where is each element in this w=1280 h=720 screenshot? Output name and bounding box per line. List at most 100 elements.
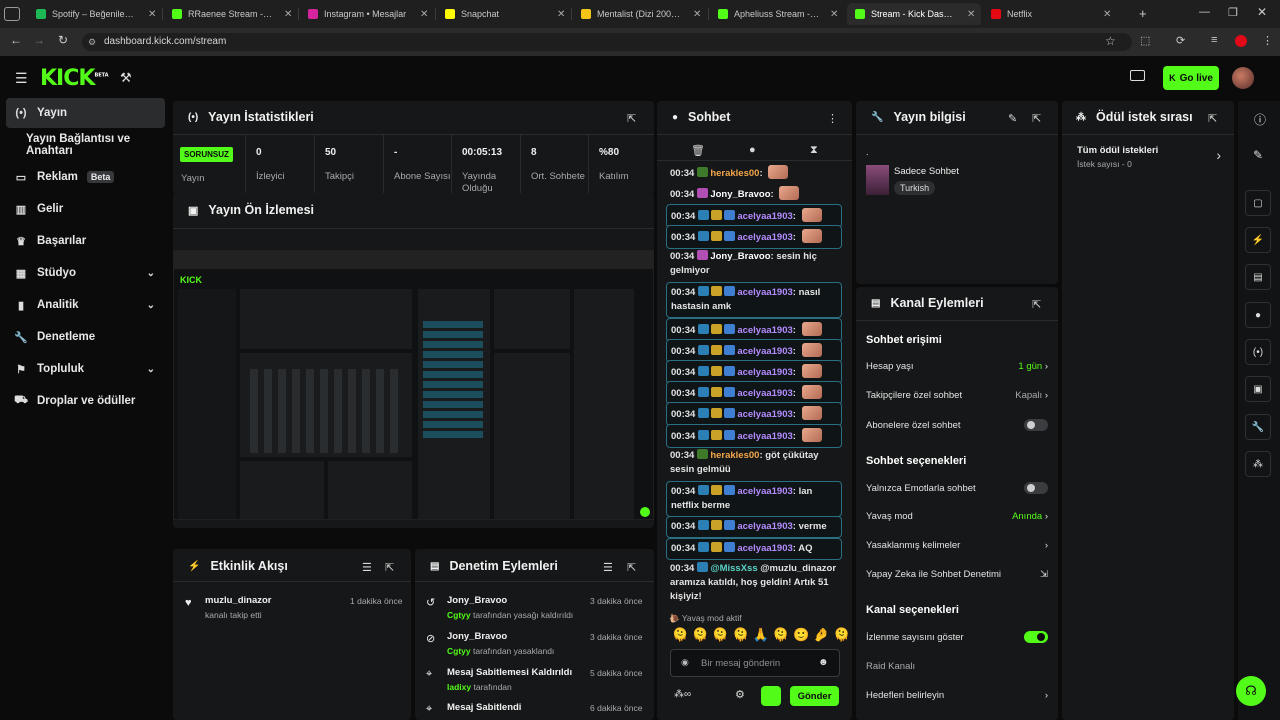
tab-overview-icon[interactable] [4,7,20,21]
chat-bubble-icon[interactable]: ● [749,144,756,156]
browser-tab[interactable]: Instagram • Mesajlar ✕ [300,3,434,25]
filter-icon[interactable]: ☰ [603,561,613,574]
chat-message[interactable]: 00:34 acelyaa1903: verme [666,516,842,538]
browser-tab[interactable]: Spotify – Beğenilen Şarkıl✕ [28,3,162,25]
chat-username[interactable]: acelyaa1903 [737,232,792,243]
chat-message[interactable]: 00:34 Jony_Bravoo: [666,183,842,205]
browser-tab[interactable]: Netflix ✕ [983,3,1117,25]
broadcast-icon[interactable]: (•) [1245,339,1271,365]
popout-icon[interactable]: ⇱ [1208,112,1217,125]
hamburger-menu-icon[interactable]: ☰ [15,70,28,87]
new-tab-button[interactable]: + [1139,6,1147,21]
edit-pencil-icon[interactable]: ✎ [1253,148,1263,162]
sidebar-item-6[interactable]: ▦ Stüdyo ⌄ [6,258,165,288]
chat-username[interactable]: acelyaa1903 [737,521,792,532]
close-tab-icon[interactable]: ✕ [693,9,701,20]
bot-icon[interactable] [761,686,781,706]
chat-username[interactable]: herakles00 [710,168,759,179]
chat-username[interactable]: @MissXss [710,563,757,574]
popout-icon[interactable]: ⇱ [1032,298,1041,311]
popout-icon[interactable]: ⇱ [627,112,636,125]
raid-channel-row[interactable]: Raid Kanalı [866,661,1048,672]
emote-strip[interactable]: 🫠🫠🫠🫠🙏🫠🙂🤌🫠 [672,627,854,643]
chat-username[interactable]: herakles00 [710,450,759,461]
url-field[interactable]: dashboard.kick.com/stream [82,33,1132,51]
chat-username[interactable]: acelyaa1903 [737,325,792,336]
close-tab-icon[interactable]: ✕ [967,9,975,20]
user-avatar[interactable] [1232,67,1254,89]
chat-username[interactable]: acelyaa1903 [737,486,792,497]
edit-pencil-icon[interactable]: ✎ [1008,112,1017,125]
reload-icon[interactable]: ↻ [55,33,71,47]
subs-only-toggle[interactable] [1024,419,1048,431]
close-tab-icon[interactable]: ✕ [284,9,292,20]
chat-message[interactable]: 00:34 acelyaa1903: [666,424,842,448]
chat-message[interactable]: 00:34 acelyaa1903: lan netflix berme [666,481,842,517]
followers-only-row[interactable]: Takipçilere özel sohbet Kapalı › [866,390,1048,401]
back-icon[interactable]: ← [8,33,24,47]
wrench-icon[interactable]: 🔧 [1245,414,1271,440]
filter-icon[interactable]: ☰ [362,561,372,574]
browser-tab[interactable]: RRaenee Stream - Watch✕ [164,3,298,25]
chat-username[interactable]: acelyaa1903 [737,431,792,442]
close-tab-icon[interactable]: ✕ [557,9,565,20]
browser-tab[interactable]: Mentalist (Dizi 2008–2015✕ [573,3,707,25]
chat-username[interactable]: acelyaa1903 [737,543,792,554]
browser-menu-icon[interactable]: ⋮ [1262,34,1273,47]
emote-only-toggle[interactable] [1024,482,1048,494]
chat-username[interactable]: acelyaa1903 [737,211,792,222]
ai-moderation-row[interactable]: Yapay Zeka ile Sohbet Denetimi ⇲ [866,569,1048,580]
chat-message[interactable]: 00:34 acelyaa1903: AQ [666,538,842,560]
close-tab-icon[interactable]: ✕ [420,9,428,20]
preview-video[interactable]: KICK [173,250,654,520]
account-sync-icon[interactable]: ⟳ [1176,34,1185,47]
reward-icon[interactable]: ⁂ [1245,451,1271,477]
kick-logo[interactable]: KICKBETA [40,66,109,91]
profile-avatar-icon[interactable] [1235,35,1247,47]
sidebar-item-1[interactable]: (•) Yayın [6,98,165,128]
slow-mode-row[interactable]: Yavaş mod Anında › [866,511,1048,522]
set-goals-row[interactable]: Hedefleri belirleyin › [866,690,1048,701]
browser-tab[interactable]: Snapchat ✕ [437,3,571,25]
site-info-icon[interactable]: ⚙ [88,37,96,48]
document-icon[interactable]: ▤ [1245,264,1271,290]
sidebar-item-4[interactable]: ▥ Gelir [6,194,165,224]
sidebar-item-9[interactable]: ⚑ Topluluk ⌄ [6,354,165,384]
minimize-button[interactable]: — [1199,6,1210,18]
sidebar-item-3[interactable]: ▭ Reklam Beta [6,162,165,192]
browser-tab[interactable]: Apheliuss Stream - Watc✕ [710,3,844,25]
support-headset-icon[interactable]: ☊ [1236,676,1266,706]
chat-message[interactable]: 00:34 acelyaa1903: [666,225,842,249]
browser-tab[interactable]: Stream - Kick Dashboard✕ [847,3,981,25]
sidebar-item-7[interactable]: ▮ Analitik ⌄ [6,290,165,320]
send-button[interactable]: Gönder [790,686,839,706]
settings-gear-icon[interactable]: ⚙ [735,688,745,701]
close-tab-icon[interactable]: ✕ [1103,9,1111,20]
go-live-button[interactable]: K Go live [1163,66,1219,90]
close-window-button[interactable]: ✕ [1257,5,1267,19]
sidebar-item-5[interactable]: ♛ Başarılar [6,226,165,256]
scan-icon[interactable]: ▢ [1245,190,1271,216]
hourglass-icon[interactable]: ⧗ [810,144,818,157]
show-viewers-toggle[interactable] [1024,631,1048,643]
video-icon[interactable]: ▣ [1245,376,1271,402]
chat-username[interactable]: acelyaa1903 [737,367,792,378]
chat-message[interactable]: 00:34 Jony_Bravoo: sesin hiç gelmiyor [666,247,842,281]
info-icon[interactable]: ⓘ [1254,111,1266,128]
reward-icon[interactable]: ⁂∞ [674,689,691,700]
account-age-row[interactable]: Hesap yaşı 1 gün › [866,361,1048,372]
chat-message[interactable]: 00:34 @MissXss @muzlu_dinazor aramıza kat… [666,559,842,607]
chat-menu-icon[interactable]: ⋮ [827,112,838,125]
popout-icon[interactable]: ⇱ [627,561,636,574]
close-tab-icon[interactable]: ✕ [830,9,838,20]
emoji-icon[interactable]: ☻ [818,657,829,668]
chat-username[interactable]: Jony_Bravoo [710,189,770,200]
chat-message[interactable]: 00:34 herakles00: göt çükütay sesin gelmü… [666,446,842,480]
close-tab-icon[interactable]: ✕ [148,9,156,20]
chat-message[interactable]: 00:34 acelyaa1903: [666,402,842,426]
extensions-icon[interactable]: ⬚ [1140,34,1150,47]
sidebar-item-8[interactable]: 🔧 Denetleme [6,322,165,352]
trash-icon[interactable]: 🗑 [691,144,705,157]
popout-icon[interactable]: ⇱ [1032,112,1041,125]
chat-message[interactable]: 00:34 herakles00: [666,162,842,184]
